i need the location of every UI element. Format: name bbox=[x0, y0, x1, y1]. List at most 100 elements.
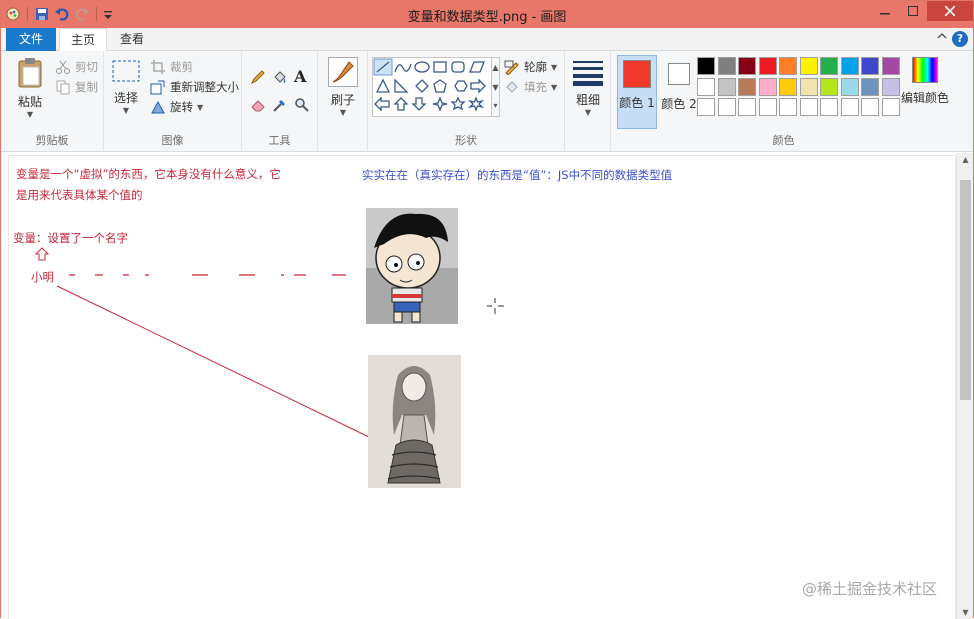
shape-gallery-scroll[interactable]: ▲ ▼ ▾ bbox=[492, 57, 500, 117]
color2-label: 颜色 2 bbox=[661, 97, 697, 111]
palette-swatch[interactable] bbox=[840, 77, 859, 96]
shape-icons[interactable] bbox=[373, 58, 493, 118]
palette-swatch[interactable] bbox=[738, 98, 756, 116]
paste-button[interactable]: 粘贴 ▼ bbox=[9, 57, 51, 119]
palette-swatch[interactable] bbox=[881, 57, 900, 75]
tab-home[interactable]: 主页 bbox=[59, 28, 107, 52]
brush-icon bbox=[328, 57, 358, 87]
gallery-down-icon[interactable]: ▼ bbox=[492, 78, 499, 98]
colors-group: 颜色 1 颜色 2 编辑颜色 颜色 bbox=[611, 51, 956, 152]
rotate-icon bbox=[150, 99, 166, 115]
palette-swatch[interactable] bbox=[820, 77, 838, 96]
scroll-down-icon[interactable]: ▼ bbox=[957, 608, 974, 617]
palette-swatch[interactable] bbox=[881, 98, 900, 116]
palette-swatch[interactable] bbox=[738, 77, 756, 96]
paste-dropdown-icon[interactable]: ▼ bbox=[9, 110, 51, 119]
palette-swatch[interactable] bbox=[799, 98, 818, 116]
palette-swatch[interactable] bbox=[779, 57, 797, 75]
cut-button[interactable]: 剪切 bbox=[55, 59, 98, 75]
color2-button[interactable]: 颜色 2 bbox=[659, 55, 699, 129]
palette-swatch[interactable] bbox=[779, 98, 797, 116]
resize-button[interactable]: 重新调整大小 bbox=[150, 79, 239, 95]
window-controls bbox=[871, 1, 973, 21]
eraser-icon[interactable] bbox=[250, 97, 266, 113]
tools-group: A 工具 bbox=[242, 51, 318, 152]
text-tool-icon[interactable]: A bbox=[294, 67, 310, 86]
collapse-ribbon-icon[interactable] bbox=[937, 31, 947, 44]
rotate-dropdown-icon[interactable]: ▼ bbox=[197, 103, 203, 112]
size-button[interactable]: 粗细 ▼ bbox=[569, 59, 607, 117]
maximize-button[interactable] bbox=[899, 1, 927, 21]
rotate-button[interactable]: 旋转 ▼ bbox=[150, 99, 203, 115]
close-button[interactable] bbox=[927, 1, 973, 21]
select-button[interactable]: 选择 ▼ bbox=[110, 59, 142, 115]
color-picker-icon[interactable] bbox=[272, 97, 288, 113]
outline-dropdown-icon[interactable]: ▼ bbox=[551, 63, 557, 72]
tab-file[interactable]: 文件 bbox=[6, 28, 56, 51]
line-width-icon bbox=[573, 59, 603, 87]
palette-swatch[interactable] bbox=[840, 98, 859, 116]
cartoon-boy-image[interactable] bbox=[366, 208, 458, 324]
title-bar: 变量和数据类型.png - 画图 bbox=[1, 1, 973, 28]
tools-group-label: 工具 bbox=[268, 134, 291, 147]
edit-colors-button[interactable]: 编辑颜色 bbox=[901, 57, 949, 106]
tab-view[interactable]: 查看 bbox=[111, 28, 153, 51]
paste-icon bbox=[15, 57, 45, 89]
ribbon: 粘贴 ▼ 剪切 复制 剪贴板 选择 ▼ 裁剪 重新调整大小 旋转 ▼ 图像 A … bbox=[1, 51, 973, 152]
palette-swatch[interactable] bbox=[697, 57, 715, 75]
paste-label: 粘贴 bbox=[17, 95, 42, 109]
palette-swatch[interactable] bbox=[779, 77, 797, 96]
shapes-group-label: 形状 bbox=[455, 134, 477, 147]
magnifier-icon[interactable] bbox=[294, 97, 310, 113]
minimize-button[interactable] bbox=[871, 1, 899, 21]
vertical-scrollbar[interactable]: ▲ ▼ bbox=[956, 153, 973, 619]
copy-button[interactable]: 复制 bbox=[55, 79, 98, 95]
drawing-canvas[interactable]: 变量是一个“虚拟”的东西，它本身没有什么意义，它 是用来代表具体某个值的 变量：… bbox=[9, 156, 955, 619]
palette-swatch[interactable] bbox=[758, 98, 777, 116]
select-label: 选择 bbox=[113, 91, 138, 105]
palette-swatch[interactable] bbox=[861, 77, 879, 96]
pencil-icon[interactable] bbox=[250, 69, 266, 85]
palette-swatch[interactable] bbox=[697, 98, 715, 116]
palette-swatch[interactable] bbox=[840, 57, 859, 75]
palette-swatch[interactable] bbox=[881, 77, 900, 96]
crop-button[interactable]: 裁剪 bbox=[150, 59, 193, 75]
fill-dropdown-icon[interactable]: ▼ bbox=[551, 83, 557, 92]
palette-swatch[interactable] bbox=[758, 57, 777, 75]
image-group: 选择 ▼ 裁剪 重新调整大小 旋转 ▼ 图像 bbox=[104, 51, 242, 152]
brushes-button[interactable]: 刷子 ▼ bbox=[324, 57, 362, 117]
watermark: @稀土掘金技术社区 bbox=[801, 580, 937, 598]
palette-swatch[interactable] bbox=[717, 57, 736, 75]
clipboard-group-label: 剪贴板 bbox=[35, 134, 69, 147]
size-dropdown-icon[interactable]: ▼ bbox=[569, 108, 607, 117]
palette-swatch[interactable] bbox=[717, 98, 736, 116]
palette-swatch[interactable] bbox=[861, 98, 879, 116]
scroll-up-icon[interactable]: ▲ bbox=[957, 155, 974, 164]
gallery-up-icon[interactable]: ▲ bbox=[492, 58, 499, 78]
gallery-expand-icon[interactable]: ▾ bbox=[492, 98, 499, 114]
palette-swatch[interactable] bbox=[738, 57, 756, 75]
palette-swatch[interactable] bbox=[820, 57, 838, 75]
palette-swatch[interactable] bbox=[697, 77, 715, 96]
brushes-dropdown-icon[interactable]: ▼ bbox=[324, 108, 362, 117]
help-icon[interactable]: ? bbox=[952, 31, 968, 47]
colors-group-label: 颜色 bbox=[772, 134, 795, 147]
select-dropdown-icon[interactable]: ▼ bbox=[110, 106, 142, 115]
fill-icon bbox=[504, 79, 520, 95]
palette-swatch[interactable] bbox=[799, 77, 818, 96]
edit-colors-icon bbox=[912, 57, 938, 83]
sketch-girl-image[interactable] bbox=[368, 355, 461, 488]
palette-swatch[interactable] bbox=[717, 77, 736, 96]
scrollbar-thumb[interactable] bbox=[960, 180, 971, 400]
palette-swatch[interactable] bbox=[820, 98, 838, 116]
fill-button[interactable]: 填充 ▼ bbox=[504, 79, 557, 95]
resize-label: 重新调整大小 bbox=[170, 80, 239, 94]
clipboard-group: 粘贴 ▼ 剪切 复制 剪贴板 bbox=[1, 51, 104, 152]
palette-swatch[interactable] bbox=[799, 57, 818, 75]
palette-swatch[interactable] bbox=[758, 77, 777, 96]
palette-swatch[interactable] bbox=[861, 57, 879, 75]
outline-button[interactable]: 轮廓 ▼ bbox=[504, 59, 557, 76]
scissors-icon bbox=[55, 59, 71, 75]
color1-button[interactable]: 颜色 1 bbox=[617, 55, 657, 129]
fill-bucket-icon[interactable] bbox=[272, 69, 288, 85]
